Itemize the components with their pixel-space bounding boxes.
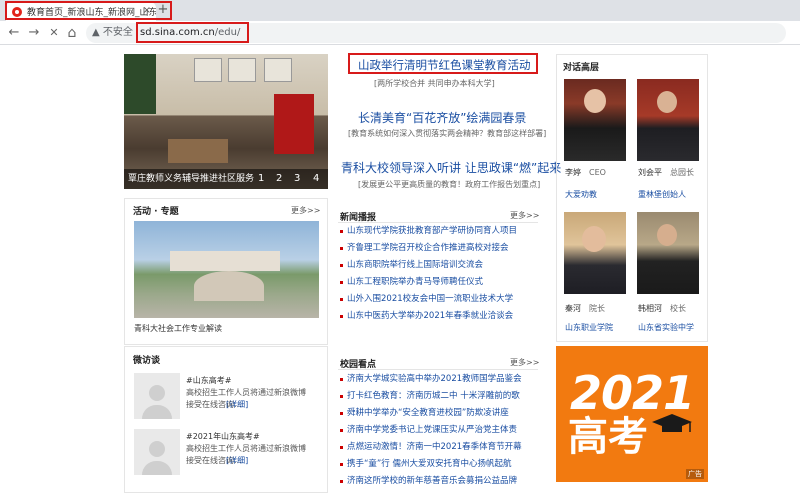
campus-list: 济南大学城实验高中举办2021教师国学品鉴会 打卡红色教育：济南历城二中 十米浮…: [340, 371, 546, 490]
interview-tag-1[interactable]: #山东高考#: [186, 375, 306, 387]
campus-divider: [338, 369, 538, 370]
campus-item[interactable]: 济南这所学校的新年慈善音乐会募捐公益品牌: [340, 473, 546, 490]
slide-page-4[interactable]: 4: [313, 169, 319, 189]
stop-icon[interactable]: ✕: [46, 24, 62, 42]
headline-1-sub[interactable]: [两所学校合并 共同申办本科大学]: [374, 78, 495, 89]
browser-toolbar: ← → ✕ ⌂ ▲ 不安全 sd.sina.com.cn/edu/: [0, 21, 800, 45]
slide-page-2[interactable]: 2: [276, 169, 282, 189]
news-item[interactable]: 山东工程职院举办青马导师聘任仪式: [340, 274, 542, 291]
interview-item-2: #2021年山东高考# 高校招生工作人员将通过新浪微博接受在线咨询... [详细…: [186, 431, 306, 467]
interview-avatar-2[interactable]: [134, 429, 180, 475]
interview-title: 微访谈: [133, 356, 161, 366]
slideshow-image[interactable]: 覃庄教师义务辅导推进社区服务 1 2 3 4: [124, 54, 328, 189]
interview-more-1[interactable]: [详细]: [226, 399, 248, 411]
person-photo-1[interactable]: [564, 79, 626, 161]
campus-item[interactable]: 舜耕中学举办“安全教育进校园”防欺凌讲座: [340, 405, 546, 422]
person-3-org[interactable]: 山东职业学院: [565, 322, 613, 333]
headline-3-sub[interactable]: [发展更公平更高质量的教育！政府工作报告划重点]: [358, 179, 540, 190]
page-content: 覃庄教师义务辅导推进社区服务 1 2 3 4 山政举行清明节红色课堂教育活动 […: [0, 45, 800, 493]
person-3-role: 院长: [589, 304, 605, 313]
forward-icon[interactable]: →: [26, 24, 42, 42]
person-2[interactable]: 刘会平 总园长: [638, 167, 694, 178]
interview-avatar-1[interactable]: [134, 373, 180, 419]
headline-2-sub[interactable]: [教育系统如何深入贯彻落实两会精神？教育部这样部署]: [348, 128, 546, 139]
headline-2[interactable]: 长清美育“百花齐放”绘满园春景: [358, 109, 526, 126]
slide-page-3[interactable]: 3: [294, 169, 300, 189]
gaokao-ad-banner[interactable]: 2021 高考 广告: [556, 346, 708, 482]
person-3-name: 秦河: [565, 304, 581, 313]
interview-more-2[interactable]: [详细]: [226, 455, 248, 467]
campus-item[interactable]: 济南中学党委书记上党课压实从严治党主体责: [340, 422, 546, 439]
dialogue-title: 对话高层: [563, 63, 600, 73]
slideshow-caption-text: 覃庄教师义务辅导推进社区服务: [128, 174, 255, 184]
home-icon[interactable]: ⌂: [64, 24, 80, 42]
news-item[interactable]: 山东商职院举行线上国际培训交流会: [340, 257, 542, 274]
back-icon[interactable]: ←: [6, 24, 22, 42]
person-4-org[interactable]: 山东省实验中学: [638, 322, 694, 333]
slideshow-caption: 覃庄教师义务辅导推进社区服务 1 2 3 4: [124, 169, 328, 189]
news-item[interactable]: 山东中医药大学举办2021年春季就业洽谈会: [340, 308, 542, 325]
news-list: 山东现代学院获批教育部产学研协同育人项目 齐鲁理工学院召开校企合作推进高校对接会…: [340, 223, 542, 325]
campus-item[interactable]: 济南大学城实验高中举办2021教师国学品鉴会: [340, 371, 546, 388]
person-photo-3[interactable]: [564, 212, 626, 294]
ad-text: 高考: [568, 414, 648, 460]
news-item[interactable]: 齐鲁理工学院召开校企合作推进高校对接会: [340, 240, 542, 257]
tab-highlight-box: [5, 1, 172, 20]
campus-item[interactable]: 打卡红色教育：济南历城二中 十米浮雕前的歌: [340, 388, 546, 405]
graduation-cap-icon: [652, 414, 692, 432]
person-1[interactable]: 李婷 CEO: [565, 167, 606, 178]
news-item[interactable]: 山外入围2021校友会中国一流职业技术大学: [340, 291, 542, 308]
activities-title: 活动 · 专题: [133, 207, 179, 217]
slide-page-1[interactable]: 1: [258, 169, 264, 189]
person-1-org[interactable]: 大爱劝教: [565, 189, 597, 200]
person-3[interactable]: 秦河 院长: [565, 303, 605, 314]
campus-item[interactable]: 携手“童”行 儒州大爱双安托育中心扬帆起航: [340, 456, 546, 473]
person-4-role: 校长: [670, 304, 686, 313]
news-item[interactable]: 山东现代学院获批教育部产学研协同育人项目: [340, 223, 542, 240]
ad-label: 广告: [686, 469, 704, 479]
person-2-org[interactable]: 重林堡创始人: [638, 189, 686, 200]
person-photo-4[interactable]: [637, 212, 699, 294]
person-2-name: 刘会平: [638, 168, 662, 177]
url-highlight-box: [136, 22, 249, 43]
activities-caption[interactable]: 青科大社会工作专业解读: [134, 323, 222, 334]
person-photo-2[interactable]: [637, 79, 699, 161]
person-1-role: CEO: [589, 168, 606, 177]
person-4-name: 韩相河: [638, 304, 662, 313]
news-more-link[interactable]: 更多>>: [510, 210, 539, 221]
security-warning[interactable]: ▲ 不安全: [92, 23, 133, 43]
campus-item[interactable]: 点燃运动激情！济南一中2021春季体育节开幕: [340, 439, 546, 456]
headline-3[interactable]: 青科大校领导深入听讲 让思政课“燃”起来: [341, 159, 561, 176]
interview-item-1: #山东高考# 高校招生工作人员将通过新浪微博接受在线咨询... [详细]: [186, 375, 306, 411]
activities-more-link[interactable]: 更多>>: [291, 205, 320, 216]
headline-highlight-box: [348, 53, 538, 74]
person-4[interactable]: 韩相河 校长: [638, 303, 686, 314]
activities-image[interactable]: [134, 221, 319, 318]
campus-more-link[interactable]: 更多>>: [510, 357, 539, 368]
interview-tag-2[interactable]: #2021年山东高考#: [186, 431, 306, 443]
person-1-name: 李婷: [565, 168, 581, 177]
person-2-role: 总园长: [670, 168, 694, 177]
